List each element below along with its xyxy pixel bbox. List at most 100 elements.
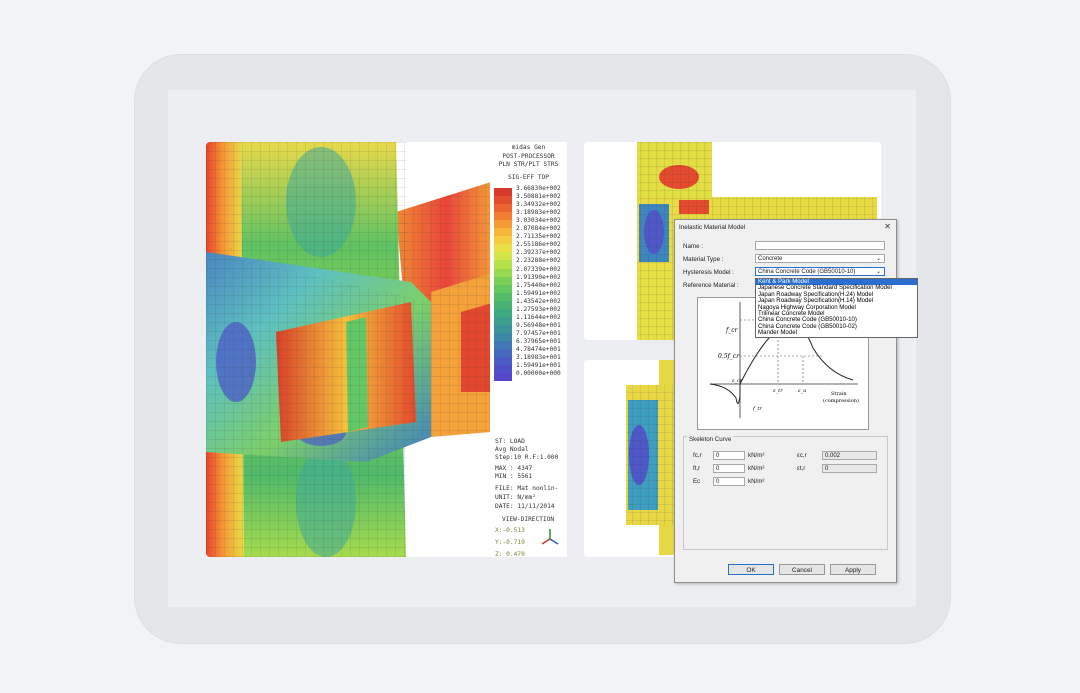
legend-swatch	[494, 316, 512, 325]
hysteresis-label: Hysteresis Model :	[683, 269, 734, 276]
name-label: Name :	[683, 243, 703, 250]
material-type-label: Material Type :	[683, 256, 724, 263]
legend-value: 2.23288e+002	[516, 257, 561, 265]
chevron-down-icon: ⌄	[875, 256, 881, 262]
legend-swatch	[494, 228, 512, 237]
legend-swatch	[494, 365, 512, 374]
contour-legend: midas Gen POST-PROCESSOR PLN STR/PLT STR…	[490, 142, 567, 557]
etr-mark: ε_tr	[773, 388, 783, 394]
fcr-unit: kN/m²	[748, 452, 765, 459]
view-x: X:-0.513	[495, 527, 525, 534]
legend-info-7: DATE: 11/11/2014	[495, 503, 555, 510]
legend-value: 1.43542e+002	[516, 297, 561, 305]
ecr-input[interactable]: 0.002	[822, 451, 877, 460]
legend-header-software: midas Gen	[511, 144, 546, 151]
view-direction-label: VIEW-DIRECTION	[502, 516, 555, 523]
material-type-select[interactable]: Concrete ⌄	[755, 254, 885, 263]
ftr-unit: kN/m²	[748, 465, 765, 472]
legend-swatch	[494, 284, 512, 293]
fcr-mark: f_cr	[725, 327, 739, 334]
legend-swatch	[494, 188, 512, 197]
hysteresis-select[interactable]: China Concrete Code (GB50010-10) ⌄	[755, 267, 885, 276]
legend-swatch	[494, 340, 512, 350]
fcr-label: fc,r	[693, 452, 702, 459]
ftr-mark: f_tr	[752, 406, 762, 412]
legend-value: 9.56948e+001	[516, 321, 561, 329]
material-type-value: Concrete	[758, 256, 783, 262]
legend-info-6: UNIT: N/mm²	[495, 494, 536, 501]
view-z: Z: 0.470	[495, 551, 525, 557]
legend-value: 7.97457e+001	[516, 329, 561, 337]
legend-value: 2.87084e+002	[516, 225, 561, 233]
legend-swatch	[494, 260, 512, 269]
ec-label: Ec	[693, 478, 701, 485]
legend-swatch	[494, 308, 512, 317]
legend-swatch	[494, 324, 512, 333]
hysteresis-dropdown-list[interactable]: Kent & Park Model Japanese Concrete Stan…	[755, 278, 918, 338]
legend-swatch	[494, 196, 512, 205]
legend-value: 3.18983e+001	[516, 354, 561, 362]
legend-value: 1.27593e+002	[516, 305, 561, 313]
legend-value: 3.03034e+002	[516, 217, 561, 225]
ftr-input[interactable]: 0	[713, 464, 745, 473]
legend-value: 3.18983e+002	[516, 209, 561, 217]
legend-swatch	[494, 236, 512, 245]
legend-swatch	[494, 204, 512, 213]
legend-info-5: FILE: Mat nonlin-	[495, 485, 559, 492]
legend-swatch	[494, 300, 512, 309]
legend-value: 3.50881e+002	[516, 193, 561, 201]
legend-info-4: MIN : 5561	[495, 473, 533, 480]
ec-unit: kN/m²	[748, 478, 765, 485]
legend-swatch	[494, 252, 512, 261]
legend-value: 3.66830e+002	[516, 185, 561, 192]
legend-swatch	[494, 244, 512, 253]
ftr-label: ft,r	[693, 465, 701, 472]
axis-triad-icon	[541, 529, 559, 545]
legend-header-module: POST-PROCESSOR	[502, 152, 555, 160]
half-fcr-mark: 0.5f_cr	[718, 353, 740, 360]
legend-swatch	[494, 268, 512, 277]
ecr-mark: ε_cr	[732, 378, 743, 384]
legend-value: 2.55186e+002	[516, 241, 561, 249]
legend-value: 1.75440e+002	[516, 281, 561, 289]
view-y: Y:-0.719	[495, 539, 525, 546]
legend-value: 1.91390e+002	[516, 273, 561, 281]
eu-mark: ε_u	[798, 388, 806, 394]
fcr-input[interactable]: 0	[713, 451, 745, 460]
hysteresis-value: China Concrete Code (GB50010-10)	[758, 269, 856, 275]
legend-value: 2.71135e+002	[516, 233, 561, 241]
etr-input[interactable]: 0	[822, 464, 877, 473]
ecr-label: εc,r	[797, 452, 807, 459]
etr-label: εt,r	[797, 465, 806, 472]
legend-header-component: SIG-EFF TOP	[508, 173, 549, 181]
legend-value: 4.78474e+001	[516, 346, 561, 353]
legend-header-type: PLN STR/PLT STRS	[498, 161, 559, 168]
legend-swatch	[494, 276, 512, 285]
legend-value: 6.37965e+001	[516, 337, 561, 345]
legend-value: 0.00000e+000	[516, 370, 561, 378]
option-mander[interactable]: Mander Model	[756, 329, 917, 336]
legend-value: 1.59491e+001	[516, 362, 561, 370]
cancel-button[interactable]: Cancel	[779, 564, 825, 575]
legend-swatch	[494, 212, 512, 221]
legend-swatch	[494, 357, 512, 366]
legend-swatch	[494, 373, 512, 382]
reference-material-label: Reference Material :	[683, 282, 739, 289]
legend-info-2: Step:10 R.F:1.000	[495, 454, 559, 461]
legend-value: 2.39237e+002	[516, 249, 561, 257]
legend-swatch	[494, 349, 512, 358]
legend-swatch	[494, 220, 512, 229]
legend-swatch	[494, 292, 512, 301]
ec-input[interactable]: 0	[713, 477, 745, 486]
legend-value: 2.07339e+002	[516, 265, 561, 273]
chevron-down-icon: ⌄	[875, 269, 881, 275]
legend-value: 3.34932e+002	[516, 201, 561, 209]
legend-value: 1.11644e+002	[516, 313, 561, 321]
ok-button[interactable]: OK	[728, 564, 774, 575]
name-input[interactable]	[755, 241, 885, 250]
skeleton-curve-title: Skeleton Curve	[687, 436, 734, 443]
tension-curve	[709, 383, 741, 404]
close-icon[interactable]: ✕	[884, 222, 891, 231]
apply-button[interactable]: Apply	[830, 564, 876, 575]
strain-label: Strain	[831, 391, 847, 397]
